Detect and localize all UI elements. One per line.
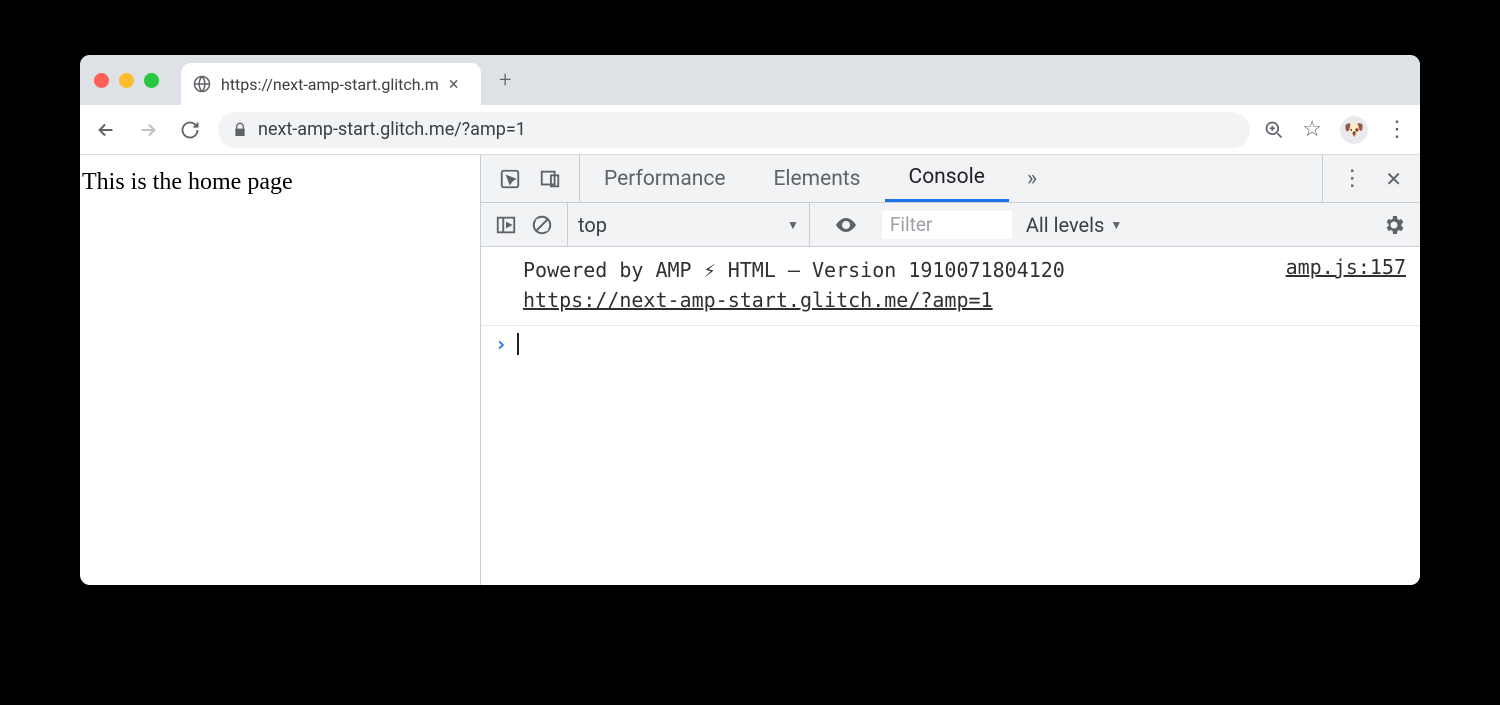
log-line-1: Powered by AMP ⚡ HTML – Version 19100718… <box>523 258 1065 282</box>
devtools-close-button[interactable]: ✕ <box>1385 167 1402 191</box>
console-output: Powered by AMP ⚡ HTML – Version 19100718… <box>481 247 1420 585</box>
tab-strip: https://next-amp-start.glitch.m × + <box>80 55 1420 105</box>
page-viewport: This is the home page <box>80 155 480 585</box>
page-body-text: This is the home page <box>82 169 293 195</box>
log-message: Powered by AMP ⚡ HTML – Version 19100718… <box>523 255 1266 315</box>
forward-button[interactable] <box>134 116 162 144</box>
console-toolbar: top ▼ Filter All levels ▼ <box>481 203 1420 247</box>
log-source-link[interactable]: amp.js:157 <box>1286 255 1406 315</box>
log-levels-selector[interactable]: All levels ▼ <box>1026 213 1122 237</box>
live-expression-icon[interactable] <box>824 213 868 237</box>
lock-icon <box>232 122 248 138</box>
devtools-panel: Performance Elements Console » ⋮ ✕ top <box>480 155 1420 585</box>
globe-icon <box>193 75 211 93</box>
profile-avatar[interactable]: 🐶 <box>1340 116 1368 144</box>
tab-title: https://next-amp-start.glitch.m <box>221 75 439 94</box>
device-toolbar-icon[interactable] <box>539 168 561 190</box>
filter-input[interactable]: Filter <box>882 211 1012 239</box>
close-window-button[interactable] <box>94 73 109 88</box>
dropdown-caret-icon: ▼ <box>787 218 799 232</box>
devtools-menu-button[interactable]: ⋮ <box>1341 166 1363 191</box>
console-prompt[interactable]: › <box>481 326 1420 362</box>
levels-label: All levels <box>1026 213 1104 237</box>
filter-placeholder: Filter <box>890 213 932 236</box>
tab-elements[interactable]: Elements <box>749 155 884 202</box>
maximize-window-button[interactable] <box>144 73 159 88</box>
zoom-icon[interactable] <box>1264 120 1284 140</box>
execution-context-selector[interactable]: top ▼ <box>567 203 810 246</box>
devtools-tabbar: Performance Elements Console » ⋮ ✕ <box>481 155 1420 203</box>
console-sidebar-toggle-icon[interactable] <box>495 214 517 236</box>
tab-console[interactable]: Console <box>885 155 1009 202</box>
reload-button[interactable] <box>176 116 204 144</box>
new-tab-button[interactable]: + <box>499 68 511 93</box>
back-button[interactable] <box>92 116 120 144</box>
bookmark-star-icon[interactable]: ☆ <box>1302 117 1322 142</box>
context-label: top <box>578 213 607 237</box>
tab-close-button[interactable]: × <box>449 74 459 95</box>
address-bar[interactable]: next-amp-start.glitch.me/?amp=1 <box>218 112 1250 148</box>
toolbar-right: ☆ 🐶 ⋮ <box>1264 116 1408 144</box>
browser-toolbar: next-amp-start.glitch.me/?amp=1 ☆ 🐶 ⋮ <box>80 105 1420 155</box>
tab-performance[interactable]: Performance <box>580 155 749 202</box>
browser-window: https://next-amp-start.glitch.m × + next… <box>80 55 1420 585</box>
url-text: next-amp-start.glitch.me/?amp=1 <box>258 119 526 140</box>
clear-console-icon[interactable] <box>531 214 553 236</box>
inspect-element-icon[interactable] <box>499 168 521 190</box>
console-settings-icon[interactable] <box>1382 213 1406 237</box>
browser-menu-button[interactable]: ⋮ <box>1386 117 1408 142</box>
text-cursor <box>517 333 519 355</box>
dropdown-caret-icon: ▼ <box>1110 218 1122 232</box>
more-tabs-button[interactable]: » <box>1009 155 1055 202</box>
minimize-window-button[interactable] <box>119 73 134 88</box>
browser-tab[interactable]: https://next-amp-start.glitch.m × <box>181 63 481 105</box>
prompt-caret-icon: › <box>495 332 507 356</box>
window-controls <box>94 73 159 88</box>
log-url-link[interactable]: https://next-amp-start.glitch.me/?amp=1 <box>523 288 993 312</box>
content-area: This is the home page Performance Elemen… <box>80 155 1420 585</box>
console-log-row[interactable]: Powered by AMP ⚡ HTML – Version 19100718… <box>481 247 1420 326</box>
